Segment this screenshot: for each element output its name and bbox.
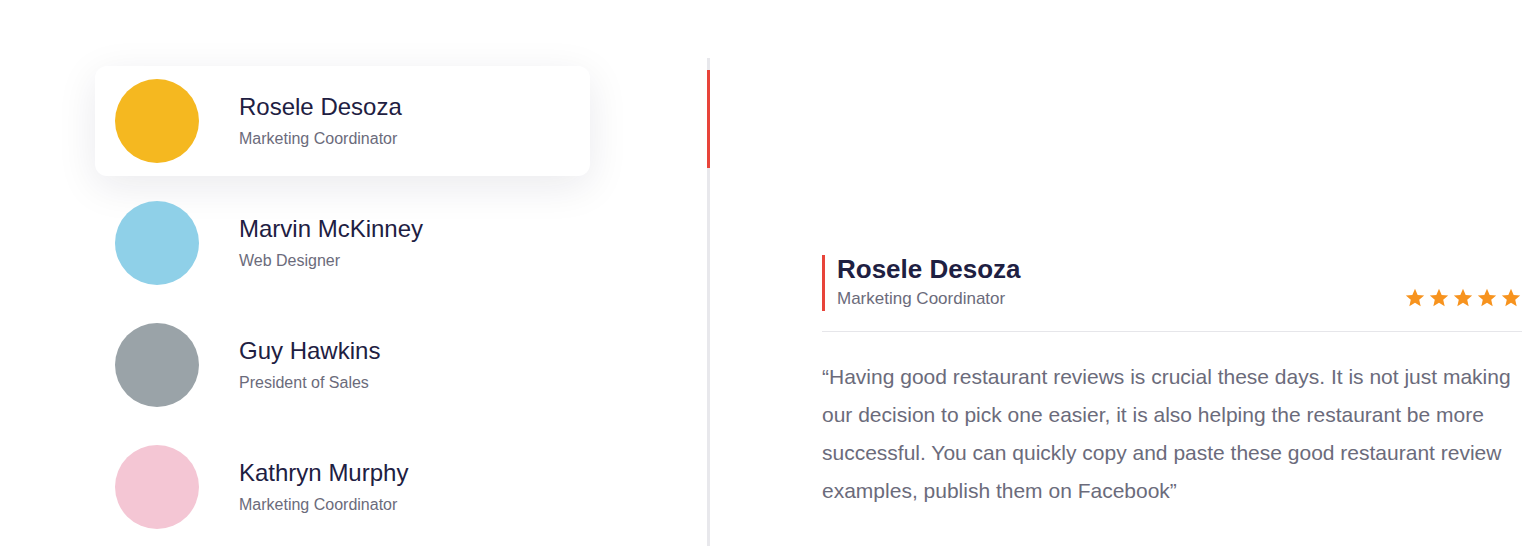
person-name: Rosele Desoza	[239, 92, 402, 122]
person-name: Kathryn Murphy	[239, 458, 408, 488]
person-row: Kathryn Murphy Marketing Coordinator	[0, 424, 710, 546]
people-list: Rosele Desoza Marketing Coordinator Marvin…	[0, 0, 710, 551]
person-row: Rosele Desoza Marketing Coordinator	[0, 58, 710, 180]
star-rating	[1404, 287, 1522, 311]
review-role: Marketing Coordinator	[837, 287, 1021, 311]
review-quote: “Having good restaurant reviews is cruci…	[822, 358, 1522, 510]
selection-indicator	[707, 436, 710, 534]
star-icon	[1452, 287, 1474, 309]
star-icon	[1500, 287, 1522, 309]
person-card[interactable]: Marvin McKinney Web Designer	[95, 188, 590, 298]
selection-indicator	[707, 70, 710, 168]
person-name: Guy Hawkins	[239, 336, 380, 366]
person-role: Marketing Coordinator	[239, 128, 402, 150]
avatar-photo	[115, 79, 199, 163]
person-row: Guy Hawkins President of Sales	[0, 302, 710, 424]
avatar-photo	[115, 323, 199, 407]
person-role: Marketing Coordinator	[239, 494, 408, 516]
selection-track	[707, 180, 710, 302]
selection-track	[707, 58, 710, 180]
person-card[interactable]: Kathryn Murphy Marketing Coordinator	[95, 432, 590, 542]
person-card[interactable]: Rosele Desoza Marketing Coordinator	[95, 66, 590, 176]
star-icon	[1428, 287, 1450, 309]
person-row: Marvin McKinney Web Designer	[0, 180, 710, 302]
selection-track	[707, 424, 710, 546]
selection-indicator	[707, 192, 710, 290]
star-icon	[1476, 287, 1498, 309]
selection-track	[707, 302, 710, 424]
selection-indicator	[707, 314, 710, 412]
review-panel: Rosele Desoza Marketing Coordinator “Havin…	[710, 0, 1522, 551]
person-role: Web Designer	[239, 250, 423, 272]
person-name: Marvin McKinney	[239, 214, 423, 244]
star-icon	[1404, 287, 1426, 309]
avatar-photo	[115, 201, 199, 285]
review-name: Rosele Desoza	[837, 255, 1021, 283]
avatar-photo	[115, 445, 199, 529]
person-card[interactable]: Guy Hawkins President of Sales	[95, 310, 590, 420]
person-role: President of Sales	[239, 372, 380, 394]
